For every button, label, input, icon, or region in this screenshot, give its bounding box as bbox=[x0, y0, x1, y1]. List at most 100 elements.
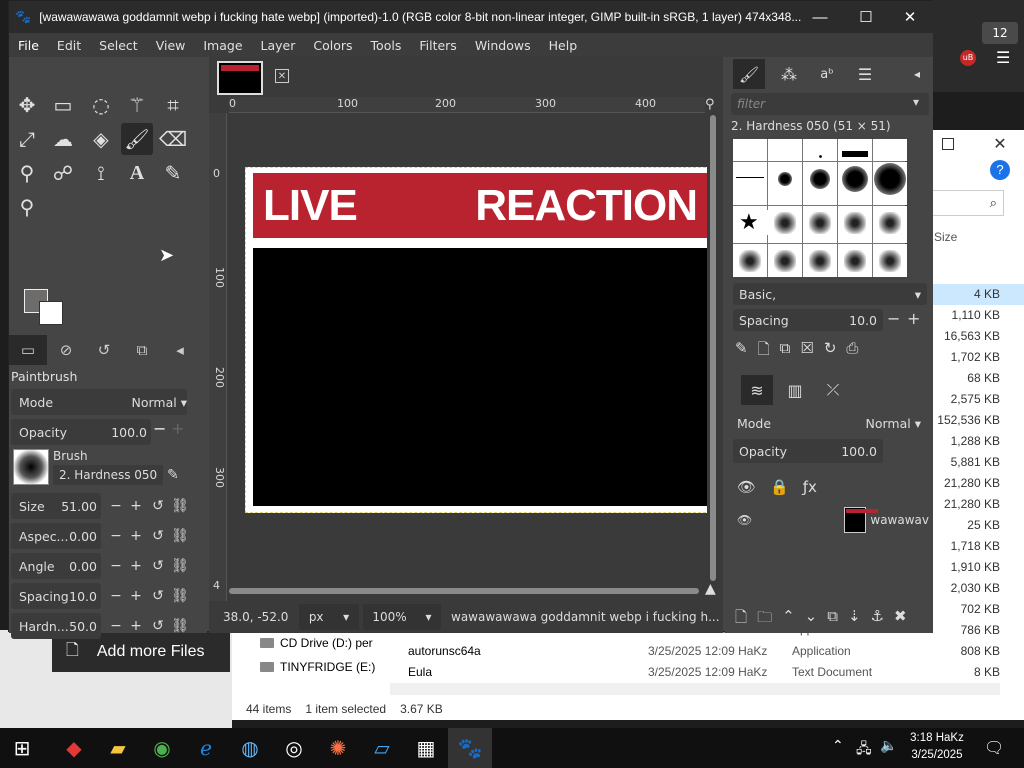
channels-tab-icon[interactable]: ▥ bbox=[779, 375, 811, 405]
app-icon[interactable]: ◆ bbox=[52, 728, 96, 768]
anchor-icon[interactable]: ⚓ bbox=[871, 607, 884, 631]
brush-cell[interactable] bbox=[733, 161, 767, 205]
size-slider[interactable]: Size 51.00 bbox=[11, 493, 101, 519]
menu-layer[interactable]: Layer bbox=[252, 33, 305, 57]
brush-preview[interactable] bbox=[13, 449, 49, 485]
plus-icon[interactable]: + bbox=[125, 495, 147, 517]
brush-cell[interactable] bbox=[768, 206, 802, 243]
minus-icon[interactable]: − bbox=[105, 525, 127, 547]
brush-cell[interactable] bbox=[733, 139, 767, 161]
brush-cell[interactable] bbox=[803, 206, 837, 243]
menu-help[interactable]: Help bbox=[540, 33, 587, 57]
horizontal-ruler[interactable]: 0 100 200 300 400 bbox=[229, 97, 705, 113]
paintbrush-tool-icon[interactable]: 🖌 bbox=[121, 123, 153, 155]
plus-icon[interactable]: + bbox=[125, 585, 147, 607]
link-icon[interactable]: ⛓ bbox=[169, 555, 191, 577]
gimp-icon[interactable]: 🐾 bbox=[448, 728, 492, 768]
file-size-cell[interactable]: 1,288 KB bbox=[930, 431, 1024, 452]
delete-brush-icon[interactable]: ☒ bbox=[800, 339, 813, 363]
reset-icon[interactable]: ↺ bbox=[147, 585, 169, 607]
folder-icon[interactable]: ▰ bbox=[96, 728, 140, 768]
layers-tab-icon[interactable]: ≋ bbox=[741, 375, 773, 405]
file-size-cell[interactable]: 1,910 KB bbox=[930, 557, 1024, 578]
file-size-cell[interactable]: 1,702 KB bbox=[930, 347, 1024, 368]
file-size-cell[interactable]: 21,280 KB bbox=[930, 494, 1024, 515]
mode-selector[interactable]: Mode Normal ▾ bbox=[11, 389, 187, 415]
brush-cell[interactable] bbox=[838, 161, 872, 205]
volume-icon[interactable]: 🔈 bbox=[880, 738, 897, 754]
horizontal-scrollbar[interactable] bbox=[390, 683, 1000, 695]
brush-cell[interactable] bbox=[803, 243, 837, 277]
file-row[interactable]: Eula 3/25/2025 12:09 HaKz Text Document bbox=[408, 665, 932, 679]
brush-selector[interactable]: 2. Hardness 050 bbox=[53, 465, 163, 485]
merge-layer-icon[interactable]: ⇣ bbox=[848, 607, 861, 631]
file-size-cell[interactable]: 25 KB bbox=[930, 515, 1024, 536]
menu-image[interactable]: Image bbox=[194, 33, 251, 57]
plus-icon[interactable]: + bbox=[125, 555, 147, 577]
layer-row[interactable]: 👁 wawawav bbox=[733, 503, 929, 537]
brush-cell[interactable]: ★ bbox=[733, 206, 773, 243]
zoom-icon[interactable]: ⚲ bbox=[705, 97, 721, 113]
navigate-icon[interactable]: ▲ bbox=[705, 581, 716, 597]
help-icon[interactable]: ? bbox=[990, 160, 1010, 180]
menu-windows[interactable]: Windows bbox=[466, 33, 540, 57]
close-tab-icon[interactable]: ✕ bbox=[275, 69, 289, 83]
configure-tab-icon[interactable]: ◂ bbox=[901, 59, 933, 89]
minus-icon[interactable]: − bbox=[105, 585, 127, 607]
layer-mode-selector[interactable]: Mode Normal ▾ bbox=[733, 411, 925, 435]
document-history-tab-icon[interactable]: ☰ bbox=[849, 59, 881, 89]
image[interactable]: LIVE REACTION bbox=[245, 167, 716, 513]
swirl-app-icon[interactable]: ✺ bbox=[316, 728, 360, 768]
eye-icon[interactable]: 👁 bbox=[737, 478, 756, 496]
brush-cell[interactable] bbox=[838, 139, 872, 161]
menu-tools[interactable]: Tools bbox=[362, 33, 411, 57]
tool-options-tab-icon[interactable]: ▭ bbox=[9, 335, 47, 365]
minus-icon[interactable]: − bbox=[105, 615, 127, 637]
reset-icon[interactable]: ↺ bbox=[147, 525, 169, 547]
clock[interactable]: 3:18 HaKz 3/25/2025 bbox=[900, 730, 974, 764]
background-color-swatch[interactable] bbox=[39, 301, 63, 325]
nav-item-tinyfridge[interactable]: TINYFRIDGE (E:) bbox=[260, 660, 375, 674]
brush-cell[interactable] bbox=[733, 243, 767, 277]
file-size-cell[interactable]: 702 KB bbox=[930, 599, 1024, 620]
duplicate-brush-icon[interactable]: ⧉ bbox=[780, 339, 791, 363]
internet-explorer-icon[interactable]: ℯ bbox=[184, 728, 228, 768]
search-icon[interactable]: ⌕ bbox=[930, 190, 1004, 216]
vertical-scrollbar[interactable] bbox=[707, 113, 719, 591]
link-icon[interactable]: ⛓ bbox=[169, 615, 191, 637]
brush-cell[interactable] bbox=[768, 243, 802, 277]
file-size-cell[interactable]: 1,110 KB bbox=[930, 305, 1024, 326]
opacity-slider[interactable]: Opacity 100.0 bbox=[11, 419, 151, 445]
brush-cell[interactable] bbox=[838, 206, 872, 243]
size-column-header[interactable]: Size bbox=[934, 230, 957, 244]
calculator-icon[interactable]: ▦ bbox=[404, 728, 448, 768]
maximize-icon[interactable] bbox=[942, 138, 954, 150]
brush-cell[interactable] bbox=[803, 161, 837, 205]
brush-filter-input[interactable]: filter bbox=[731, 93, 929, 115]
reset-icon[interactable]: ↺ bbox=[147, 615, 169, 637]
fonts-tab-icon[interactable]: aᵇ bbox=[811, 59, 843, 89]
file-size-cell[interactable]: 16,563 KB bbox=[930, 326, 1024, 347]
bucket-fill-tool-icon[interactable]: ◈ bbox=[85, 123, 117, 155]
lasso-tool-icon[interactable]: ◌ bbox=[85, 89, 117, 121]
text-tool-icon[interactable]: A bbox=[121, 157, 153, 189]
aspect-slider[interactable]: Aspec... 0.00 bbox=[11, 523, 101, 549]
image-tab-thumbnail[interactable] bbox=[217, 61, 263, 95]
chevron-down-icon[interactable]: ▾ bbox=[913, 95, 919, 109]
menu-colors[interactable]: Colors bbox=[304, 33, 361, 57]
menu-edit[interactable]: Edit bbox=[48, 33, 90, 57]
plus-icon[interactable]: + bbox=[907, 309, 920, 328]
file-size-cell[interactable]: 786 KB bbox=[930, 620, 1024, 641]
close-button[interactable]: ✕ bbox=[887, 1, 933, 33]
brush-cell[interactable] bbox=[873, 161, 907, 205]
open-as-image-icon[interactable]: ⎙ bbox=[846, 339, 858, 363]
brush-grid[interactable]: ★ bbox=[733, 139, 907, 277]
brush-preset-selector[interactable]: Basic, ▾ bbox=[733, 283, 927, 305]
brush-cell[interactable] bbox=[873, 243, 907, 277]
brush-cell[interactable] bbox=[768, 139, 802, 161]
file-size-cell[interactable]: 5,881 KB bbox=[930, 452, 1024, 473]
move-tool-icon[interactable]: ✥ bbox=[11, 89, 43, 121]
undo-history-tab-icon[interactable]: ↺ bbox=[85, 335, 123, 365]
ublock-icon[interactable]: uB bbox=[960, 50, 976, 66]
menu-icon[interactable]: ☰ bbox=[996, 48, 1010, 67]
